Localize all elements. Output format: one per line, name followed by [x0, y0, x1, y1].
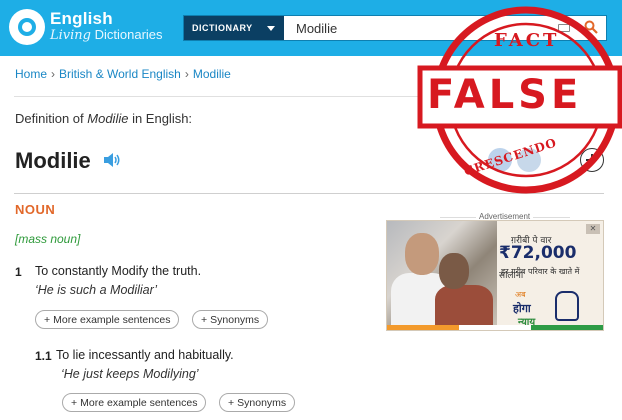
breadcrumb-current[interactable]: Modilie [193, 67, 231, 81]
search-icon[interactable] [584, 20, 598, 34]
ad-flag-strip [387, 325, 603, 330]
sense-definition: To lie incessantly and habitually. [56, 348, 234, 362]
sense-number: 1 [15, 265, 22, 279]
ad-amount: ₹72,000 सालाना [499, 243, 577, 281]
definition-of-label: Definition of Modilie in English: [15, 111, 193, 126]
breadcrumb: Home › British & World English › Modilie [15, 67, 231, 81]
stamp-verdict-text: FALSE [427, 72, 583, 118]
logo-icon[interactable] [9, 9, 45, 45]
more-examples-button[interactable]: + More example sentences [35, 310, 180, 329]
sense-definition: To constantly Modify the truth. [35, 264, 202, 278]
part-of-speech: NOUN [15, 202, 56, 217]
ad-photo [387, 221, 497, 330]
ad-figure [405, 233, 439, 275]
ad-close-icon[interactable]: ✕ [586, 224, 600, 234]
ad-text: हर ग़रीब परिवार के खाते में [501, 267, 580, 276]
dictionary-dropdown-button[interactable]: DICTIONARY [184, 16, 284, 40]
brand-name[interactable]: English [50, 9, 113, 29]
ad-slogan: अब [515, 290, 526, 299]
breadcrumb-separator: › [51, 67, 56, 81]
headword: Modilie [15, 148, 91, 173]
grammar-note: [mass noun] [15, 232, 81, 246]
breadcrumb-separator: › [184, 67, 189, 81]
divider [14, 193, 604, 194]
sense-number: 1.1 [35, 349, 52, 363]
hand-symbol-icon [555, 291, 579, 321]
example-sentence: ‘He is such a Modiliar’ [35, 283, 158, 297]
add-to-list-button[interactable] [580, 148, 604, 172]
keyboard-icon[interactable] [558, 24, 570, 32]
brand-subtitle[interactable]: Living Dictionaries [50, 27, 163, 43]
more-examples-button[interactable]: + More example sentences [62, 393, 207, 412]
speaker-icon[interactable] [103, 152, 121, 168]
caret-down-icon [267, 26, 275, 31]
synonyms-button[interactable]: + Synonyms [192, 310, 269, 329]
example-sentence: ‘He just keeps Modilying’ [61, 367, 199, 381]
stamp-top-text: FACT [494, 30, 560, 51]
stamp-brand-text: CRESCENDO [462, 135, 559, 179]
breadcrumb-section[interactable]: British & World English [59, 67, 181, 81]
breadcrumb-home[interactable]: Home [15, 67, 47, 81]
advertisement-banner[interactable]: ✕ ग़रीबी पे वार ₹72,000 सालाना हर ग़रीब … [386, 220, 604, 331]
ad-figure [439, 253, 469, 289]
synonyms-button[interactable]: + Synonyms [219, 393, 296, 412]
